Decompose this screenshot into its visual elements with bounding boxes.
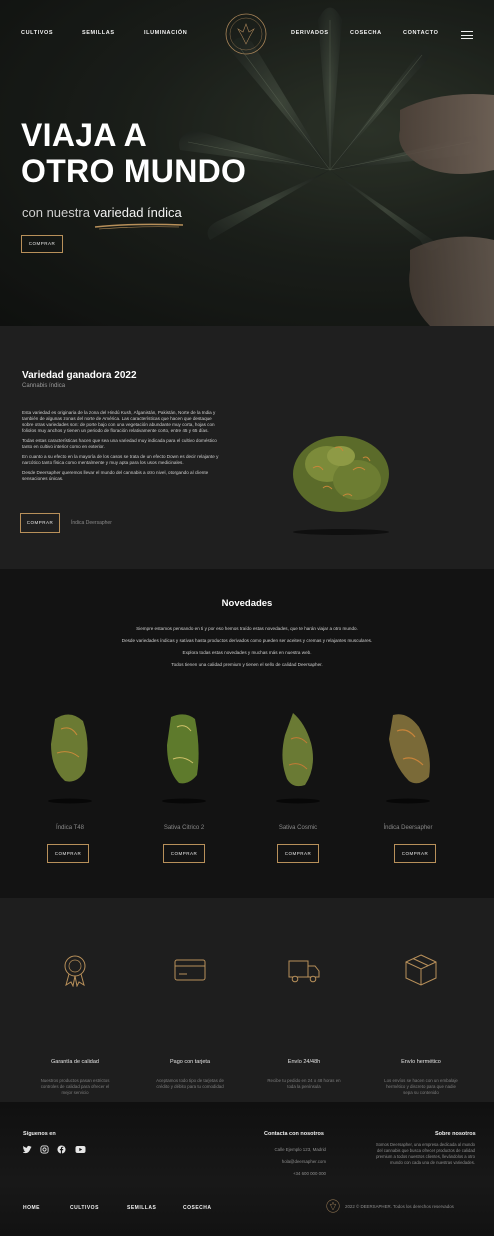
footer-logo <box>326 1199 340 1213</box>
credit-card-icon <box>174 959 206 981</box>
nav-item-iluminacion[interactable]: ILUMINACIÓN <box>144 30 187 36</box>
hero-subtitle: con nuestra variedad índica <box>22 205 182 220</box>
news-title: Novedades <box>221 598 273 609</box>
benefit-text: Nuestros productos pasan estrictos contr… <box>40 1078 110 1095</box>
footer-nav-semillas[interactable]: SEMILLAS <box>127 1205 156 1211</box>
nav-item-cultivos[interactable]: CULTIVOS <box>21 30 53 36</box>
featured-title: Variedad ganadora 2022 <box>22 370 137 381</box>
product-buy-button[interactable]: COMPRAR <box>163 844 205 863</box>
nav-item-semillas[interactable]: SEMILLAS <box>82 30 115 36</box>
benefit-title: Envío 24/48h <box>287 1059 321 1065</box>
footer-follow-title: Síguenos en <box>23 1131 56 1137</box>
ribbon-badge-icon <box>64 955 86 987</box>
footer-nav-cosecha[interactable]: COSECHA <box>183 1205 212 1211</box>
footer-about-title: Sobre nosotros <box>435 1131 476 1137</box>
benefit-title: Garantía de calidad <box>50 1059 99 1065</box>
footer-contact-info: Calle Ejemplo 123, Madrid hola@deersaphe… <box>274 1147 327 1176</box>
nav-item-derivados[interactable]: DERIVADOS <box>291 30 329 36</box>
footer-contact-title: Contacta con nosotros <box>264 1131 324 1137</box>
product-name: Sativa Citrico 2 <box>163 825 205 831</box>
cannabis-bud-image <box>293 436 389 535</box>
benefit-text: Recibe tu pedido en 24 o 48 horas en tod… <box>267 1078 341 1089</box>
featured-description: Esta variedad es originaria de la zona d… <box>22 410 219 481</box>
hero-section: CULTIVOS SEMILLAS ILUMINACIÓN DERIVADOS … <box>0 0 494 326</box>
twitter-icon[interactable] <box>23 1145 32 1154</box>
product-bud-image <box>386 714 430 804</box>
product-buy-button[interactable]: COMPRAR <box>277 844 319 863</box>
product-bud-image <box>162 714 206 804</box>
product-name: Índica Deersapher <box>383 825 433 831</box>
menu-hamburger-icon[interactable] <box>461 31 473 39</box>
featured-variety-section: Variedad ganadora 2022 Cannabis índica E… <box>0 326 494 569</box>
news-section: Novedades Siempre estamos pensando en ti… <box>0 569 494 898</box>
featured-product-link[interactable]: Índica Deersapher <box>71 520 112 526</box>
footer-nav-home[interactable]: HOME <box>23 1205 40 1211</box>
deersapher-logo[interactable] <box>224 12 268 56</box>
product-buy-button[interactable]: COMPRAR <box>47 844 89 863</box>
footer-nav-cultivos[interactable]: CULTIVOS <box>70 1205 99 1211</box>
featured-subtitle: Cannabis índica <box>22 383 66 389</box>
facebook-icon[interactable] <box>57 1145 66 1154</box>
hero-title: VIAJA A OTRO MUNDO <box>21 117 247 189</box>
product-buy-button[interactable]: COMPRAR <box>394 844 436 863</box>
news-description: Siempre estamos pensando en ti y por eso… <box>121 626 373 667</box>
footer-copyright: 2022 © DEERSAPHER. Todos los derechos re… <box>345 1204 454 1209</box>
site-footer: Síguenos en Contacta con nosotros Calle … <box>0 1102 494 1236</box>
benefits-section: Garantía de calidad Nuestros productos p… <box>0 898 494 1102</box>
benefit-text: Los envíos se hacen con un embalaje herm… <box>384 1078 458 1095</box>
benefit-text: Aceptamos todo tipo de tarjetas de crédi… <box>156 1078 224 1089</box>
footer-about-text: Somos Deersapher, una empresa dedicada a… <box>375 1142 475 1165</box>
brush-underline <box>94 223 184 230</box>
hero-buy-button[interactable]: COMPRAR <box>21 235 63 253</box>
nav-item-contacto[interactable]: CONTACTO <box>403 30 438 36</box>
product-name: Sativa Cosmic <box>278 825 318 831</box>
instagram-icon[interactable] <box>40 1145 49 1154</box>
nav-item-cosecha[interactable]: COSECHA <box>350 30 382 36</box>
delivery-truck-icon <box>288 960 320 983</box>
product-bud-image <box>48 714 92 804</box>
package-box-icon <box>405 954 437 986</box>
youtube-icon[interactable] <box>75 1145 86 1154</box>
product-name: Índica T48 <box>56 825 84 831</box>
benefit-title: Pago con tarjeta <box>169 1059 211 1065</box>
product-bud-image <box>276 713 320 804</box>
benefit-title: Envío hermético <box>401 1059 441 1065</box>
featured-buy-button[interactable]: COMPRAR <box>20 513 60 533</box>
